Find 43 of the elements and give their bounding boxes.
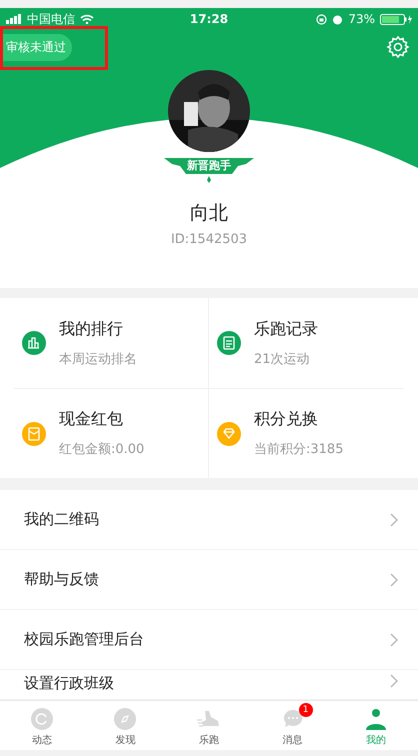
tab-item[interactable]: 乐跑 [167,701,251,750]
chat-icon [282,708,304,730]
stat-subtitle: 红包金额:0.00 [59,441,144,458]
chevron-right-icon [390,512,398,526]
wifi-icon [80,14,94,24]
settings-icon[interactable] [386,35,410,59]
menu-item[interactable]: 帮助与反馈 [0,550,418,610]
carrier-name: 中国电信 [27,10,75,28]
record-icon [217,331,241,355]
battery-icon [380,14,412,24]
stat-subtitle: 当前积分:3185 [254,441,344,458]
stat-title: 积分兑换 [254,409,319,430]
stat-subtitle: 21次运动 [254,350,311,368]
person-icon [364,708,388,730]
alarm-icon [332,14,344,24]
stat-subtitle: 本周运动排名 [59,350,137,368]
stat-item[interactable]: 我的排行 本周运动排名 [14,298,209,388]
refresh-circle-icon [30,708,53,730]
battery-percent: 73% [348,12,375,26]
stat-item[interactable]: 积分兑换 当前积分:3185 [209,388,404,478]
stat-item[interactable]: 现金红包 红包金额:0.00 [14,388,209,478]
tab-item[interactable]: 动态 [0,701,84,750]
stat-title: 乐跑记录 [254,318,318,340]
stat-item[interactable]: 乐跑记录 21次运动 [209,298,404,388]
stat-title: 现金红包 [59,409,124,430]
signal-icon [6,14,22,24]
unread-count: 1 [298,703,313,717]
chevron-right-icon [390,632,398,646]
chevron-right-icon [390,674,398,688]
tab-item[interactable]: 消息 1 [250,701,334,750]
user-id: ID:1542503 [170,232,248,247]
chevron-right-icon [390,572,398,586]
status-time: 17:28 [190,12,228,26]
ranking-icon [22,331,46,355]
user-name: 向北 [190,201,228,226]
wallet-icon [22,422,46,446]
tab-item[interactable]: 发现 [84,701,168,750]
lock-rotation-icon [316,14,328,24]
compass-icon [114,708,136,730]
points-icon [217,422,241,446]
menu-item[interactable]: 我的二维码 [0,490,418,550]
menu-item[interactable]: 校园乐跑管理后台 [0,610,418,670]
stat-title: 我的排行 [59,318,124,340]
